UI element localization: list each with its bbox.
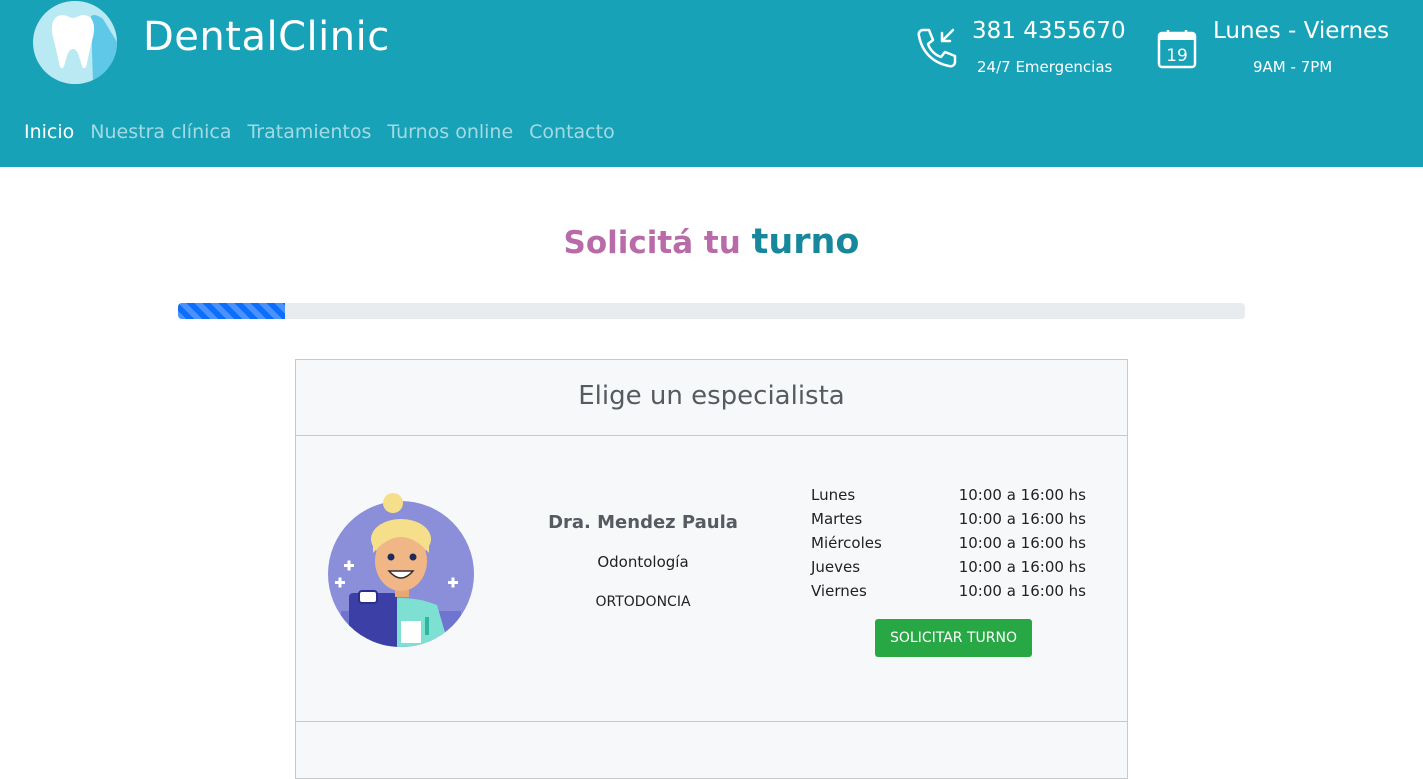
doctor-specialty: Odontología (597, 553, 689, 571)
brand-name[interactable]: DentalClinic (143, 14, 390, 60)
doctor-name: Dra. Mendez Paula (548, 512, 738, 533)
schedule-row: Miércoles 10:00 a 16:00 hs (811, 534, 1086, 558)
schedule-row: Martes 10:00 a 16:00 hs (811, 510, 1086, 534)
schedule-list: Lunes 10:00 a 16:00 hs Martes 10:00 a 16… (811, 486, 1086, 606)
phone-incoming-icon (917, 28, 957, 68)
tooth-icon[interactable] (33, 1, 117, 84)
schedule-day: Viernes (811, 582, 867, 600)
schedule-hours: 10:00 a 16:00 hs (958, 582, 1086, 600)
schedule-row: Lunes 10:00 a 16:00 hs (811, 486, 1086, 510)
calendar-icon: 19 (1157, 30, 1197, 69)
specialist-card: Elige un especialista Dra. Mendez Paula … (295, 359, 1128, 779)
doctor-avatar (328, 493, 474, 647)
phone-subtitle: 24/7 Emergencias (977, 58, 1113, 76)
opening-hours: 9AM - 7PM (1253, 58, 1333, 76)
nav-item-contacto[interactable]: Contacto (529, 121, 615, 143)
nav-item-nuestra-clinica[interactable]: Nuestra clínica (90, 121, 231, 143)
schedule-day: Martes (811, 510, 863, 528)
nav-item-turnos-online[interactable]: Turnos online (387, 121, 513, 143)
phone-number[interactable]: 381 4355670 (972, 18, 1126, 44)
page-title: Solicitá tu turno (0, 222, 1423, 262)
card-divider (296, 721, 1127, 722)
schedule-hours: 10:00 a 16:00 hs (958, 510, 1086, 528)
svg-text:19: 19 (1166, 46, 1188, 66)
schedule-hours: 10:00 a 16:00 hs (958, 534, 1086, 552)
schedule-row: Jueves 10:00 a 16:00 hs (811, 558, 1086, 582)
solicitar-turno-button[interactable]: SOLICITAR TURNO (875, 619, 1032, 657)
schedule-day: Lunes (811, 486, 856, 504)
schedule-hours: 10:00 a 16:00 hs (958, 486, 1086, 504)
main-nav: Inicio Nuestra clínica Tratamientos Turn… (24, 121, 631, 143)
hours-contact: 19 Lunes - Viernes 9AM - 7PM (1156, 0, 1390, 90)
progress-fill (178, 303, 285, 319)
phone-contact: 381 4355670 24/7 Emergencias (915, 0, 1126, 90)
site-header: DentalClinic 381 4355670 24/7 Emergencia… (0, 0, 1423, 167)
page-title-part1: Solicitá tu (563, 225, 741, 261)
schedule-day: Miércoles (811, 534, 882, 552)
schedule-row: Viernes 10:00 a 16:00 hs (811, 582, 1086, 606)
doctor-subspecialty: ORTODONCIA (595, 594, 691, 610)
nav-item-tratamientos[interactable]: Tratamientos (247, 121, 371, 143)
opening-days: Lunes - Viernes (1213, 18, 1390, 44)
page-title-part2: turno (751, 222, 860, 262)
card-header: Elige un especialista (296, 360, 1127, 436)
nav-item-inicio[interactable]: Inicio (24, 121, 74, 143)
schedule-day: Jueves (811, 558, 861, 576)
schedule-hours: 10:00 a 16:00 hs (958, 558, 1086, 576)
progress-bar (178, 303, 1245, 319)
